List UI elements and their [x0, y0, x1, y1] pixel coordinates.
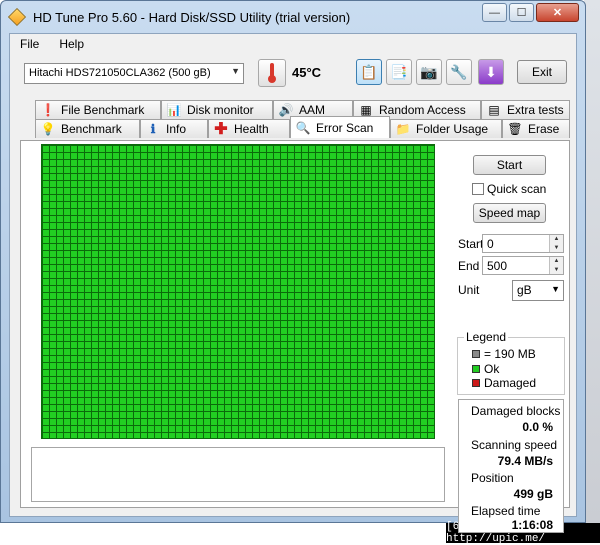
window-title: HD Tune Pro 5.60 - Hard Disk/SSD Utility… [33, 9, 351, 25]
file-benchmark-icon: ❗ [40, 103, 56, 117]
chevron-down-icon: ▼ [551, 284, 560, 294]
tab-erase[interactable]: 🗑 Erase [502, 119, 570, 138]
exit-button[interactable]: Exit [517, 60, 567, 84]
main-window: HD Tune Pro 5.60 - Hard Disk/SSD Utility… [0, 0, 586, 533]
start-field-label: Start [458, 237, 484, 251]
position-value: 499 gB [513, 487, 553, 501]
end-spinner[interactable]: ▲ ▼ [549, 257, 563, 274]
tab-extra-tests[interactable]: ▤ Extra tests [481, 100, 570, 119]
legend-item-block-size: = 190 MB [472, 347, 536, 361]
start-position-input[interactable]: 0 ▲ ▼ [482, 234, 564, 253]
options-button[interactable]: 🔧 [446, 59, 472, 85]
damaged-blocks-value: 0.0 % [522, 420, 553, 434]
window-controls: — ☐ ✕ [482, 3, 579, 22]
clipboard-icon: 📋 [360, 63, 378, 80]
gray-swatch [472, 350, 480, 358]
info-icon: ℹ [150, 122, 156, 136]
app-icon [7, 7, 27, 27]
desktop-background [584, 0, 600, 543]
client-area: File Help Hitachi HDS721050CLA362 (500 g… [9, 33, 577, 533]
scan-statistics: Damaged blocks 0.0 % Scanning speed 79.4… [458, 399, 564, 533]
clipboard-copy-icon: 📑 [390, 63, 408, 80]
minimize-button[interactable]: — [482, 3, 507, 22]
tab-disk-monitor[interactable]: 📊 Disk monitor [161, 100, 273, 119]
scanning-speed-label: Scanning speed [471, 438, 558, 452]
menu-help[interactable]: Help [49, 34, 94, 54]
toolbar: Hitachi HDS721050CLA362 (500 gB) ▼ 45°C … [10, 54, 576, 90]
tab-info[interactable]: ℹ Info [140, 119, 208, 138]
start-button[interactable]: Start [473, 155, 546, 175]
temperature-readout: 45°C [292, 65, 322, 80]
title-bar: HD Tune Pro 5.60 - Hard Disk/SSD Utility… [1, 1, 585, 33]
tab-strip: ❗ File Benchmark 📊 Disk monitor 🔊 AAM ▦ … [20, 100, 570, 142]
legend-item-ok: Ok [472, 362, 499, 376]
speed-map-button[interactable]: Speed map [473, 203, 546, 223]
tab-folder-usage[interactable]: 📁 Folder Usage [390, 119, 502, 138]
scanning-speed-value: 79.4 MB/s [497, 454, 553, 468]
end-position-input[interactable]: 500 ▲ ▼ [482, 256, 564, 275]
damaged-blocks-label: Damaged blocks [471, 404, 561, 418]
scan-block-grid [41, 144, 435, 439]
download-arrow-icon: ⬇ [485, 63, 497, 80]
tab-health[interactable]: ✚ Health [208, 119, 290, 138]
position-label: Position [471, 471, 514, 485]
tools-icon: 🔧 [450, 63, 468, 80]
copy-info-button[interactable]: 📋 [356, 59, 382, 85]
screenshot-button[interactable]: 📷 [416, 59, 442, 85]
start-spinner[interactable]: ▲ ▼ [549, 235, 563, 252]
tab-file-benchmark[interactable]: ❗ File Benchmark [35, 100, 161, 119]
drive-select[interactable]: Hitachi HDS721050CLA362 (500 gB) ▼ [24, 63, 244, 84]
copy-all-button[interactable]: 📑 [386, 59, 412, 85]
magnifier-icon: 🔍 [295, 120, 311, 135]
elapsed-time-value: 1:16:08 [511, 518, 553, 532]
unit-select[interactable]: gB ▼ [512, 280, 564, 301]
red-cross-icon: ✚ [214, 121, 228, 138]
error-scan-panel: Start Quick scan Speed map Start 0 ▲ ▼ En… [20, 140, 570, 533]
menu-bar: File Help [10, 34, 576, 54]
quick-scan-label: Quick scan [487, 182, 547, 196]
unit-label: Unit [458, 283, 480, 297]
green-swatch [472, 365, 480, 373]
folder-icon: 📁 [395, 122, 411, 136]
close-button[interactable]: ✕ [536, 3, 579, 22]
legend-box: Legend = 190 MB Ok Damaged [457, 330, 565, 395]
scan-log [31, 447, 445, 502]
elapsed-time-label: Elapsed time [471, 504, 541, 518]
legend-item-damaged: Damaged [472, 376, 536, 390]
download-button[interactable]: ⬇ [478, 59, 504, 85]
lightbulb-icon: 💡 [40, 122, 56, 136]
legend-title: Legend [464, 330, 509, 344]
camera-icon: 📷 [420, 63, 438, 80]
quick-scan-checkbox[interactable] [472, 183, 484, 195]
extra-tests-icon: ▤ [488, 103, 500, 117]
red-swatch [472, 379, 480, 387]
trash-icon: 🗑 [507, 122, 523, 136]
temperature-button[interactable] [258, 59, 286, 87]
menu-file[interactable]: File [10, 34, 49, 54]
end-field-label: End [458, 259, 480, 273]
tab-error-scan[interactable]: 🔍 Error Scan [290, 116, 390, 138]
maximize-button[interactable]: ☐ [509, 3, 534, 22]
drive-select-value: Hitachi HDS721050CLA362 (500 gB) [29, 67, 211, 79]
chevron-down-icon: ▼ [231, 66, 240, 76]
disk-monitor-icon: 📊 [166, 103, 182, 117]
quick-scan-option[interactable]: Quick scan [472, 182, 546, 196]
thermometer-icon [268, 63, 276, 83]
tab-benchmark[interactable]: 💡 Benchmark [35, 119, 140, 138]
